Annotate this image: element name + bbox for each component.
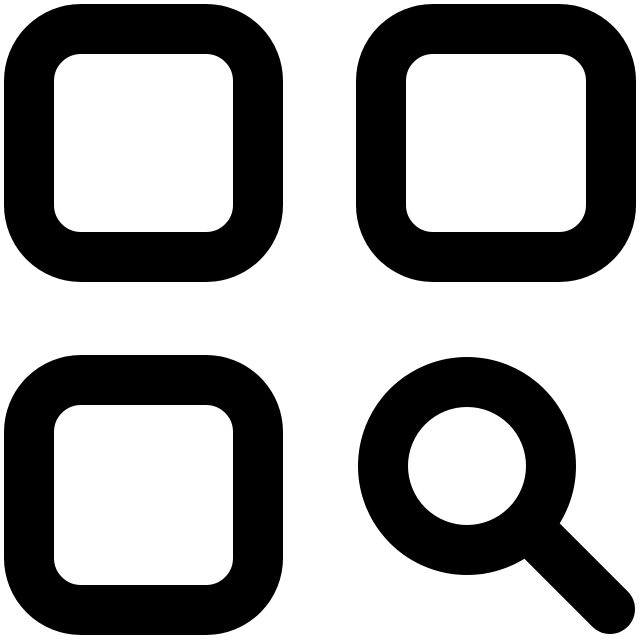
app-search-icon: [4, 4, 636, 635]
grid-square-top-left-icon: [4, 4, 283, 282]
grid-square-bottom-left-icon: [4, 355, 283, 635]
icon-canvas: [0, 0, 640, 640]
magnifier-handle-icon: [508, 507, 635, 634]
grid-square-top-right-icon: [356, 4, 636, 282]
magnifier-icon: [358, 357, 635, 634]
